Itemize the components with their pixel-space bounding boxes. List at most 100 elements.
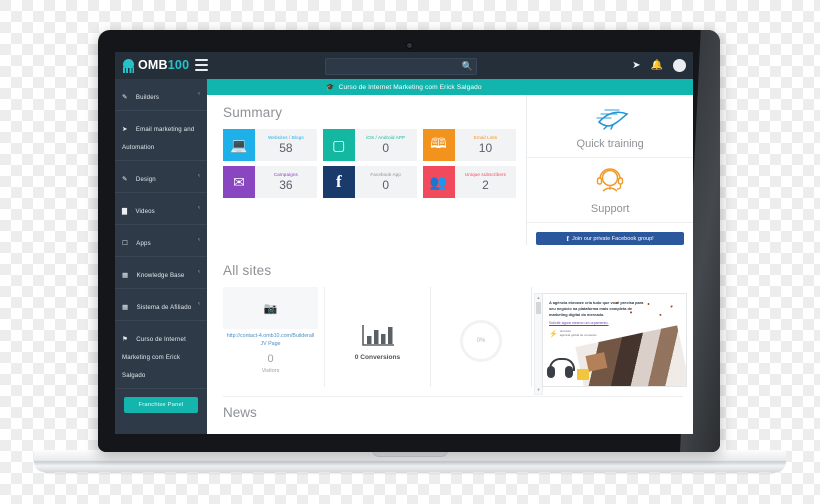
app-logo[interactable]: OMB100 [123,52,189,79]
card-value: 58 [279,141,293,156]
screenshot-stage: OMB100 🔍 ➤ 🔔 🎓 Curso de Internet Marketi… [0,0,820,504]
summary-card-ios-android-app[interactable]: ▢ iOS / Android APP 0 [322,129,417,161]
sidebar-item-label: Apps [136,240,151,247]
tablet-icon: ▢ [322,129,355,161]
book-icon: ▦ [122,272,129,279]
facebook-icon: f [322,166,355,198]
site-thumbnail: 📷 [223,287,318,329]
ad-yellow-cube [577,369,589,380]
sidebar-item-curso-internet-marketing[interactable]: ⚑ Curso de Internet Marketing com Erick … [115,321,207,389]
octopus-logo-icon [123,58,134,73]
news-title: News [223,405,257,420]
card-title: Facebook App [370,171,401,177]
sidebar-item-label: Curso de Internet Marketing com Erick Sa… [122,336,186,379]
promo-panel: Quick training Support f Join our privat… [526,95,693,245]
sidebar-item-email-marketing[interactable]: ➤ Email marketing and Automation [115,111,207,161]
graduation-cap-icon: 🎓 [326,84,335,91]
sidebar-item-apps[interactable]: ☐ Apps ‹ [115,225,207,257]
bolt-icon: ⚡ [549,331,558,339]
site-visitors-value: 0 [267,352,274,365]
all-sites-row: 📷 http://contact-4.omb10.com/Builderall … [207,287,531,387]
ad-headphones-icon [547,358,575,384]
conversion-rate-donut: 0% [460,320,502,362]
support-label: Support [590,203,630,215]
conversions-card: 0 Conversions [325,287,431,387]
franchise-panel-wrap: Franchise Panel [115,389,207,421]
sidebar-item-builders[interactable]: ✎ Builders ‹ [115,79,207,111]
course-notice-text: Curso de Internet Marketing com Erick Sa… [338,83,482,91]
logo-text: OMB100 [138,59,189,72]
summary-card-facebook-app[interactable]: f Facebook App 0 [322,166,417,198]
laptop-screen: OMB100 🔍 ➤ 🔔 🎓 Curso de Internet Marketi… [115,52,693,434]
main-content: Summary 💻 Websites / Blogs 58 ▢ iOS / An… [207,95,693,434]
chevron-left-icon: ‹ [198,90,200,97]
sidebar-item-label: Email marketing and Automation [122,126,195,151]
sidebar-item-label: Knowledge Base [136,272,185,279]
paper-plane-icon: ➤ [122,126,128,133]
support-cell[interactable]: Support [527,158,693,223]
app-topbar: OMB100 🔍 ➤ 🔔 [115,52,693,79]
chevron-left-icon: ‹ [198,236,200,243]
ad-brand-text: ebrowze agência global de conteúdo [559,329,597,338]
sidebar-item-label: Builders [135,94,160,101]
video-camera-icon: ▇ [122,208,127,215]
site-link[interactable]: http://contact-4.omb10.com/Builderall JV… [223,333,318,349]
site-card[interactable]: 📷 http://contact-4.omb10.com/Builderall … [223,287,325,387]
ad-brand-sub: agência global de conteúdo [559,333,597,338]
summary-left: Summary 💻 Websites / Blogs 58 ▢ iOS / An… [207,95,526,245]
conversion-rate-card: 0% [431,287,531,387]
webcam-icon [407,43,412,48]
sidebar-item-label: Design [135,176,156,183]
flag-icon: ⚑ [122,336,128,343]
bell-icon[interactable]: 🔔 [651,60,663,71]
card-value: 36 [279,178,293,193]
topbar-icons: ➤ 🔔 [632,52,686,79]
sidebar-item-design[interactable]: ✎ Design ‹ [115,161,207,193]
logo-text-main: OMB [138,58,168,73]
search-icon: 🔍 [461,61,473,71]
card-title: Unique subscribers [464,171,507,177]
building-icon: ▦ [122,304,129,311]
paper-plane-icon[interactable]: ➤ [632,60,640,71]
camera-placeholder-icon: 📷 [263,302,278,315]
scroll-up-arrow-icon[interactable]: ▲ [535,295,542,301]
avatar[interactable] [673,59,686,72]
quick-training-label: Quick training [576,138,644,150]
chevron-left-icon: ‹ [198,204,200,211]
join-facebook-group-button[interactable]: f Join our private Facebook group! [536,232,684,245]
laptop-lid: OMB100 🔍 ➤ 🔔 🎓 Curso de Internet Marketi… [98,30,720,452]
card-title: iOS / Android APP [366,134,406,140]
card-title: Campaigns [273,171,298,177]
summary-card-unique-subscribers[interactable]: 👥 Unique subscribers 2 [422,166,517,198]
search-input[interactable]: 🔍 [325,58,477,75]
all-sites-section: 📷 http://contact-4.omb10.com/Builderall … [207,287,693,395]
franchise-panel-button[interactable]: Franchise Panel [124,397,198,413]
sidebar-item-sistema-afiliado[interactable]: ▦ Sistema de Afiliado ‹ [115,289,207,321]
headset-support-icon [596,168,624,192]
scrollbar-thumb[interactable] [536,302,541,314]
ad-confetti-decoration [610,298,680,322]
ad-banner[interactable]: A agência ebrowze cria tudo que você pre… [542,293,687,387]
card-title: Websites / Blogs [268,134,304,140]
summary-card-websites-blogs[interactable]: 💻 Websites / Blogs 58 [223,129,317,161]
chevron-left-icon: ‹ [198,172,200,179]
laptop-icon: 💻 [223,129,255,161]
card-value: 0 [382,141,390,156]
sidebar-item-label: Sistema de Afiliado [136,304,192,311]
card-title: Email Lists [473,134,498,140]
sidebar-item-videos[interactable]: ▇ Videos ‹ [115,193,207,225]
summary-card-campaigns[interactable]: ✉ Campaigns 36 [223,166,317,198]
scroll-down-arrow-icon[interactable]: ▼ [535,387,542,393]
summary-section: Summary 💻 Websites / Blogs 58 ▢ iOS / An… [207,95,693,245]
quick-training-cell[interactable]: Quick training [527,95,693,158]
bar-chart-icon [361,325,394,346]
sidebar-item-knowledge-base[interactable]: ▦ Knowledge Base ‹ [115,257,207,289]
hamburger-icon[interactable] [195,59,208,71]
chevron-left-icon: ‹ [198,300,200,307]
chevron-left-icon: ‹ [198,268,200,275]
summary-card-email-lists[interactable]: 🕮 Email Lists 10 [422,129,517,161]
pencil-icon: ✎ [122,94,128,101]
ad-panel: ▲ ▼ A agência ebrowze cria tudo que você… [531,287,693,395]
join-facebook-group-label: Join our private Facebook group! [571,235,654,242]
sidebar-item-label: Videos [135,208,155,215]
